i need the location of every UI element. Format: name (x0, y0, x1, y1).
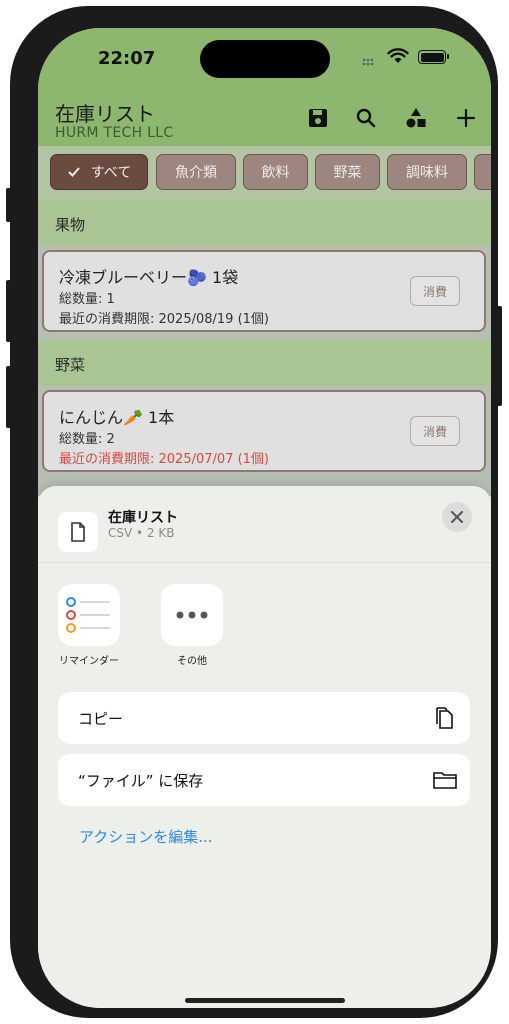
page-subtitle: HURM TECH LLC (55, 125, 174, 141)
section-header-fruit: 果物 (38, 200, 491, 246)
page-title: 在庫リスト (55, 102, 155, 126)
action-save-to-files[interactable]: “ファイル” に保存 (58, 754, 470, 806)
item-expiry: 最近の消費期限: 2025/08/19 (1個) (59, 312, 269, 327)
action-copy[interactable]: コピー (58, 692, 470, 744)
file-name: 在庫リスト (108, 510, 178, 526)
chip-seasonings[interactable]: 調味料 (387, 154, 467, 190)
filter-chip-bar: すべて 魚介類 飲料 野菜 調味料 (38, 146, 491, 200)
inventory-card[interactable]: 冷凍ブルーベリー🫐 1袋 総数量: 1 最近の消費期限: 2025/08/19 … (42, 250, 486, 332)
action-label: コピー (78, 710, 124, 728)
chip-label: 野菜 (333, 165, 362, 181)
divider (38, 562, 491, 563)
chip-label: 調味料 (406, 165, 448, 181)
app-more[interactable] (161, 584, 223, 646)
folder-icon (433, 772, 457, 789)
item-quantity: 総数量: 2 (59, 432, 115, 447)
section-list-vegetables: にんじん🥕 1本 総数量: 2 最近の消費期限: 2025/07/07 (1個)… (38, 386, 491, 496)
item-expiry: 最近の消費期限: 2025/07/07 (1個) (59, 452, 269, 467)
consume-button[interactable]: 消費 (410, 416, 460, 446)
status-bar: 22:07 (38, 28, 491, 88)
consume-button[interactable]: 消費 (410, 276, 460, 306)
action-label: “ファイル” に保存 (78, 772, 204, 790)
item-quantity: 総数量: 1 (59, 292, 115, 307)
edit-actions-link[interactable]: アクションを編集... (79, 826, 213, 847)
app-label-reminders: リマインダー (59, 656, 119, 667)
chip-seafood[interactable]: 魚介類 (156, 154, 236, 190)
chip-vegetables[interactable]: 野菜 (315, 154, 380, 190)
chip-label: 飲料 (261, 165, 290, 181)
chip-all[interactable]: すべて (50, 154, 148, 190)
file-thumbnail (58, 512, 98, 552)
wifi-icon (387, 48, 409, 63)
section-header-vegetables: 野菜 (38, 340, 491, 386)
battery-icon (418, 50, 449, 64)
shapes-icon[interactable] (404, 106, 428, 130)
item-name: 冷凍ブルーベリー🫐 1袋 (59, 268, 239, 287)
file-meta: CSV • 2 KB (108, 526, 175, 540)
chip-more-partial[interactable] (474, 154, 491, 190)
signal-icon (362, 58, 374, 66)
close-button[interactable] (442, 502, 472, 532)
app-label-more: その他 (177, 656, 207, 667)
chip-label: 魚介類 (175, 165, 217, 181)
plus-icon[interactable] (454, 106, 478, 130)
more-icon (176, 611, 208, 619)
save-icon[interactable] (306, 106, 330, 130)
inventory-card[interactable]: にんじん🥕 1本 総数量: 2 最近の消費期限: 2025/07/07 (1個)… (42, 390, 486, 472)
document-icon (71, 522, 85, 542)
nav-bar: 在庫リスト HURM TECH LLC (38, 88, 491, 146)
section-title: 果物 (55, 216, 86, 234)
section-title: 野菜 (55, 356, 86, 374)
checkmark-icon (68, 167, 80, 177)
phone-frame: 22:07 在庫リスト HURM TECH LLC すべて 魚介類 飲料 野菜 … (10, 6, 498, 1018)
reminders-icon (66, 597, 110, 633)
screen: 22:07 在庫リスト HURM TECH LLC すべて 魚介類 飲料 野菜 … (38, 28, 491, 1008)
dynamic-island (200, 40, 330, 78)
copy-icon (436, 707, 453, 729)
home-indicator[interactable] (185, 998, 345, 1003)
chip-label: すべて (90, 165, 132, 181)
chip-drinks[interactable]: 飲料 (243, 154, 308, 190)
app-reminders[interactable] (58, 584, 120, 646)
item-name: にんじん🥕 1本 (59, 408, 175, 427)
section-list-fruit: 冷凍ブルーベリー🫐 1袋 総数量: 1 最近の消費期限: 2025/08/19 … (38, 246, 491, 340)
close-icon (451, 511, 463, 523)
status-time: 22:07 (98, 48, 156, 69)
search-icon[interactable] (354, 106, 378, 130)
share-sheet: 在庫リスト CSV • 2 KB リマインダー その他 コピー “ファイル” に… (38, 486, 491, 1008)
